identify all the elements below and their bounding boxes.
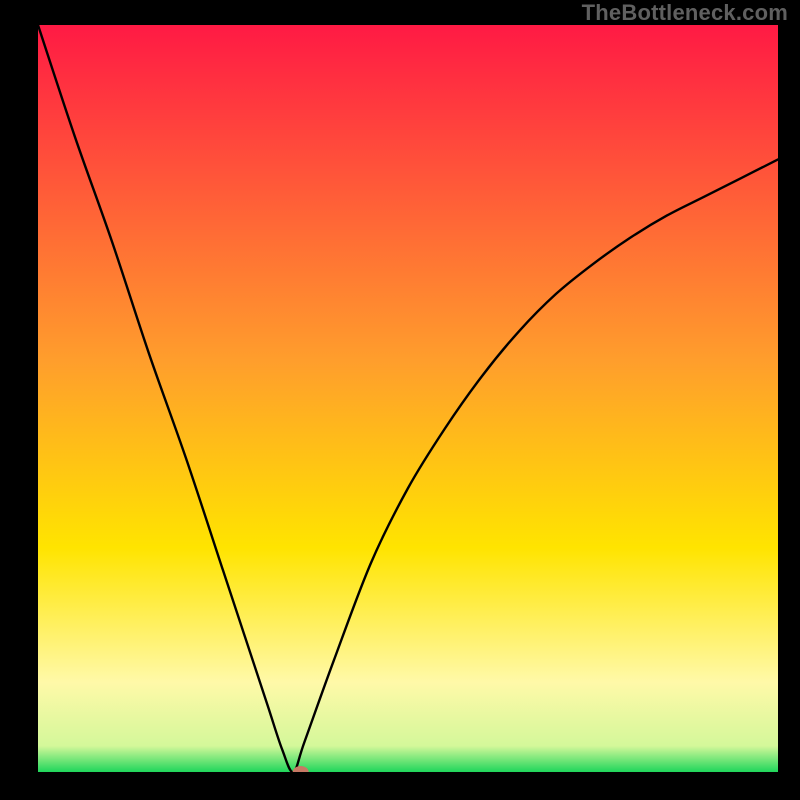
- bottleneck-chart: [0, 0, 800, 800]
- plot-background: [38, 25, 778, 772]
- watermark-text: TheBottleneck.com: [582, 0, 788, 26]
- chart-frame: { "watermark": "TheBottleneck.com", "cha…: [0, 0, 800, 800]
- current-point-marker: [293, 766, 309, 778]
